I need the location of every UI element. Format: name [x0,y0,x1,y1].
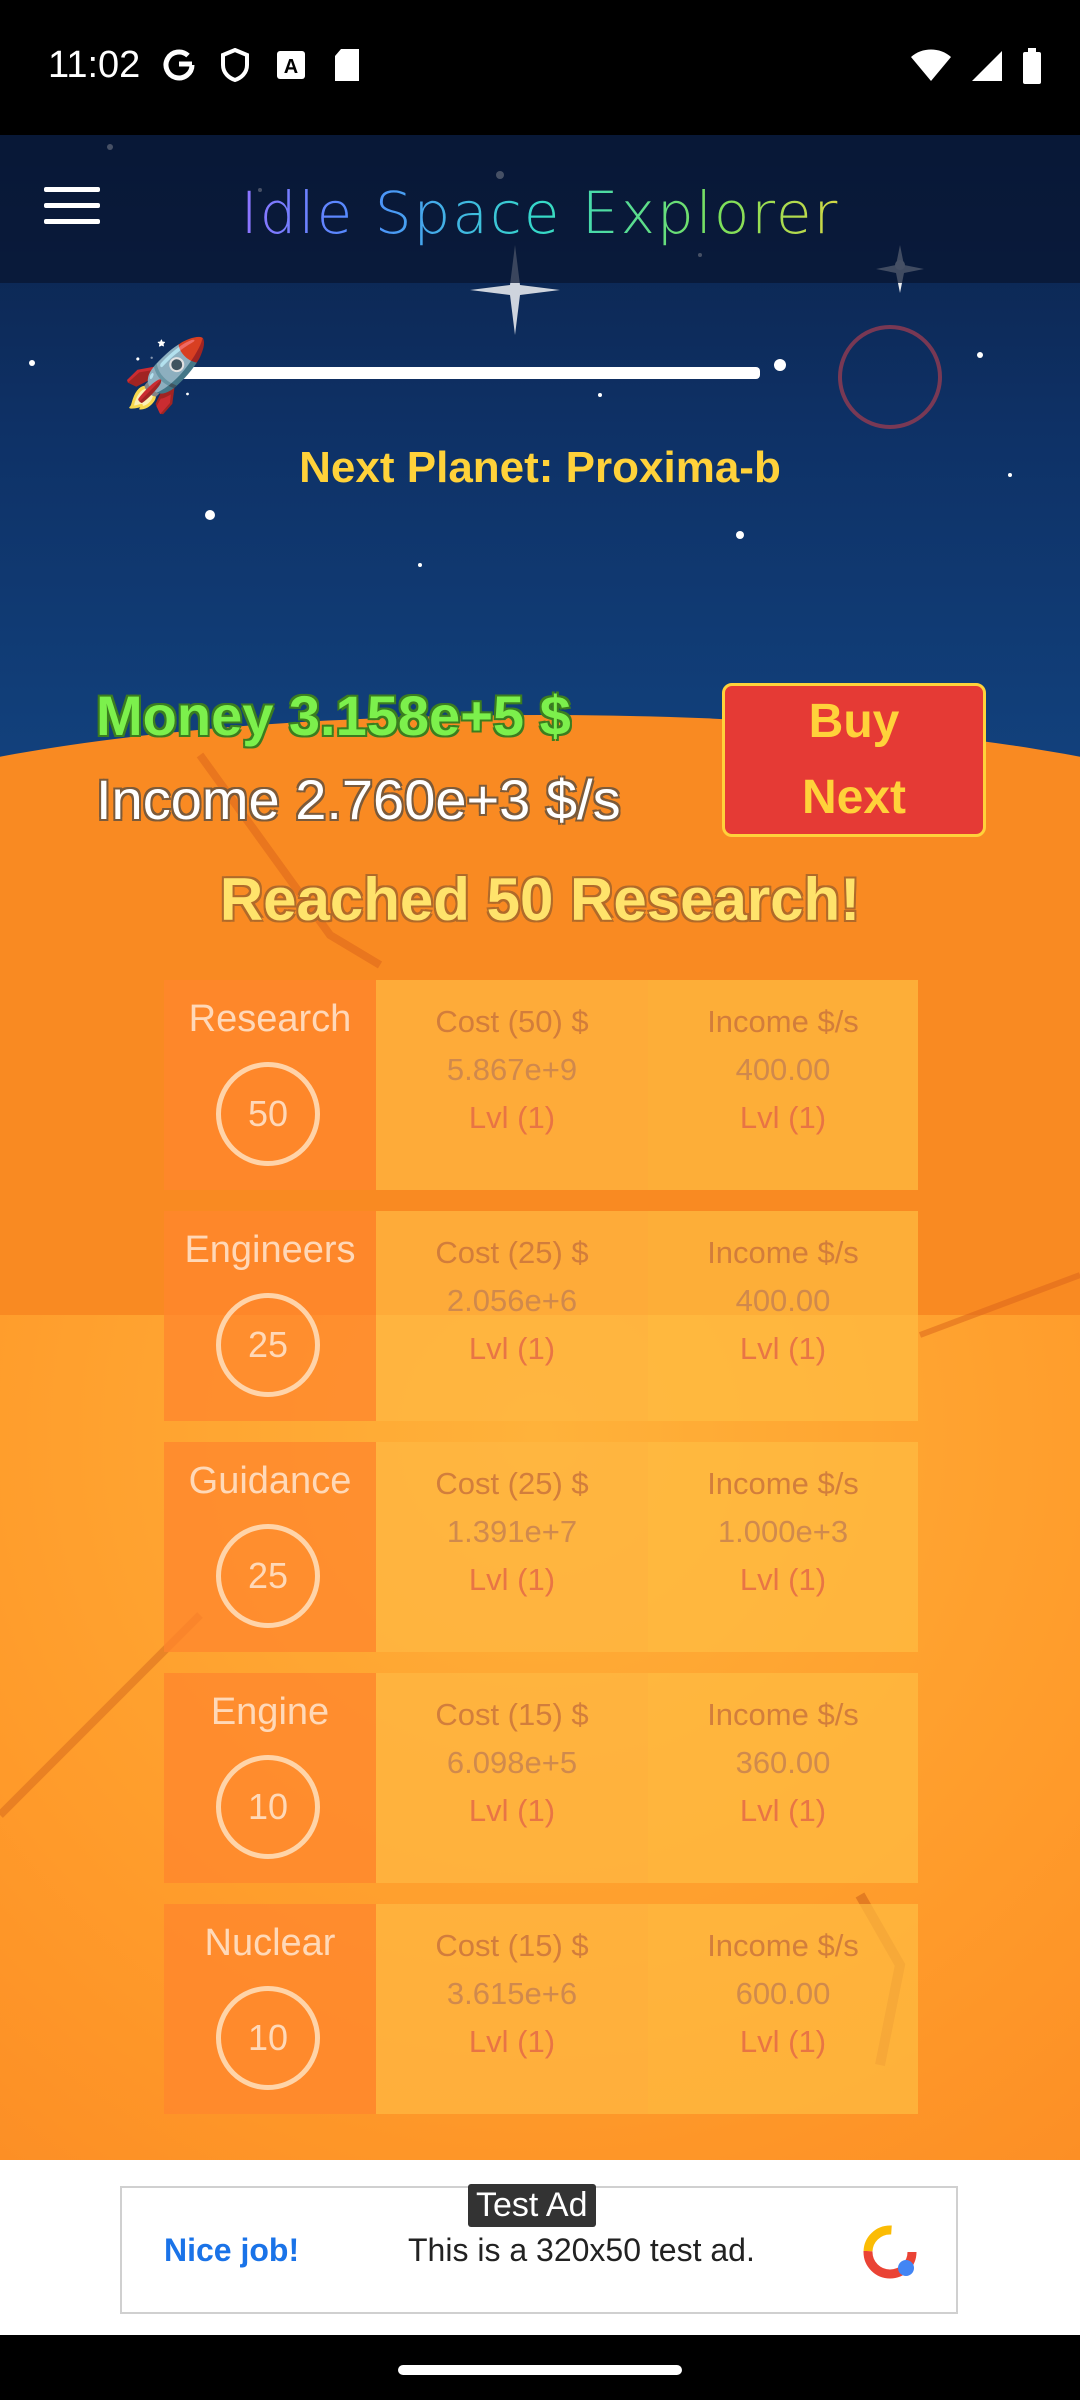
income-column[interactable]: Income $/s 600.00 Lvl (1) [648,1922,918,2066]
income-column[interactable]: Income $/s 400.00 Lvl (1) [648,998,918,1142]
app-title: Idle Space Explorer [0,179,1080,247]
upgrade-level-badge: 25 [216,1524,320,1628]
income-header: Income $/s [707,1235,859,1270]
shield-icon [218,48,252,82]
income-header: Income $/s [707,1004,859,1039]
cost-header: Cost (15) $ [435,1928,589,1963]
upgrade-card-engine[interactable]: Engine 10 Cost (15) $ 6.098e+5 Lvl (1) I… [164,1673,918,1883]
sd-card-icon [330,48,364,82]
battery-icon [1023,48,1041,84]
upgrade-name: Engineers [184,1229,356,1271]
cost-value: 3.615e+6 [446,1976,578,2011]
income-value: 400.00 [735,1052,831,1087]
buy-next-label-line1: Buy [808,695,900,748]
svg-text:A: A [284,56,298,78]
ad-text[interactable]: This is a 320x50 test ad. [408,2232,755,2269]
upgrade-card-engineers[interactable]: Engineers 25 Cost (25) $ 2.056e+6 Lvl (1… [164,1211,918,1421]
cost-column[interactable]: Cost (25) $ 2.056e+6 Lvl (1) [376,1229,648,1373]
upgrade-card-research[interactable]: Research 50 Cost (50) $ 5.867e+9 Lvl (1)… [164,980,918,1190]
buy-next-label-line2: Next [801,771,907,824]
income-column[interactable]: Income $/s 1.000e+3 Lvl (1) [648,1460,918,1604]
cost-header: Cost (50) $ [435,1004,589,1039]
wifi-icon [911,49,951,81]
rocket-icon: 🚀 [122,336,210,414]
cost-header: Cost (15) $ [435,1697,589,1732]
upgrade-level-badge: 25 [216,1293,320,1397]
upgrade-level-badge: 10 [216,1986,320,2090]
cost-value: 1.391e+7 [446,1514,578,1549]
money-display: Money 3.158e+5 $ [96,684,571,747]
next-planet-label: Next Planet: Proxima-b [299,443,781,492]
signal-icon [972,51,1002,81]
upgrade-card-nuclear[interactable]: Nuclear 10 Cost (15) $ 3.615e+6 Lvl (1) … [164,1904,918,2114]
status-time: 11:02 [48,44,141,86]
cost-value: 2.056e+6 [446,1283,578,1318]
upgrade-card-guidance[interactable]: Guidance 25 Cost (25) $ 1.391e+7 Lvl (1)… [164,1442,918,1652]
status-bar: 11:02 A [0,0,1080,135]
cost-value: 6.098e+5 [446,1745,578,1780]
income-value: 400.00 [735,1283,831,1318]
ad-choices-logo-icon[interactable] [862,2222,922,2282]
income-level: Lvl (1) [739,1793,827,1828]
cost-level: Lvl (1) [468,1793,556,1828]
cost-header: Cost (25) $ [435,1235,589,1270]
upgrade-name: Engine [210,1691,330,1733]
google-g-icon [162,48,196,82]
game-screen: Idle Space Explorer 🚀 Next Planet: Proxi… [0,135,1080,2160]
income-column[interactable]: Income $/s 360.00 Lvl (1) [648,1691,918,1835]
ad-headline[interactable]: Nice job! [164,2232,299,2269]
upgrade-name: Research [188,998,352,1040]
system-icons [910,48,1042,84]
test-ad-label: Test Ad [468,2184,596,2227]
income-column[interactable]: Income $/s 400.00 Lvl (1) [648,1229,918,1373]
notification-icons: A [162,48,364,82]
cost-level: Lvl (1) [468,2024,556,2059]
upgrade-name: Nuclear [204,1922,336,1964]
income-level: Lvl (1) [739,2024,827,2059]
upgrade-name: Guidance [188,1460,352,1502]
income-header: Income $/s [707,1697,859,1732]
income-level: Lvl (1) [739,1562,827,1597]
income-value: 1.000e+3 [717,1514,849,1549]
app-toolbar: Idle Space Explorer [0,135,1080,283]
buy-next-button[interactable]: Buy Next [722,683,986,837]
upgrade-level-badge: 50 [216,1062,320,1166]
cost-value: 5.867e+9 [446,1052,578,1087]
cost-column[interactable]: Cost (25) $ 1.391e+7 Lvl (1) [376,1460,648,1604]
income-value: 360.00 [735,1745,831,1780]
income-level: Lvl (1) [739,1100,827,1135]
navigation-bar [0,2335,1080,2400]
cost-level: Lvl (1) [468,1100,556,1135]
home-gesture-handle[interactable] [398,2365,682,2375]
upgrade-level-badge: 10 [216,1755,320,1859]
cost-column[interactable]: Cost (15) $ 3.615e+6 Lvl (1) [376,1922,648,2066]
achievement-banner: Reached 50 Research! [219,866,861,933]
travel-progress-bar [170,367,760,379]
income-header: Income $/s [707,1928,859,1963]
income-value: 600.00 [735,1976,831,2011]
income-header: Income $/s [707,1466,859,1501]
font-a-icon: A [274,48,308,82]
income-level: Lvl (1) [739,1331,827,1366]
cost-column[interactable]: Cost (50) $ 5.867e+9 Lvl (1) [376,998,648,1142]
planet-icon [838,325,942,429]
cost-level: Lvl (1) [468,1331,556,1366]
cost-column[interactable]: Cost (15) $ 6.098e+5 Lvl (1) [376,1691,648,1835]
income-display: Income 2.760e+3 $/s [96,768,621,831]
cost-level: Lvl (1) [468,1562,556,1597]
cost-header: Cost (25) $ [435,1466,589,1501]
